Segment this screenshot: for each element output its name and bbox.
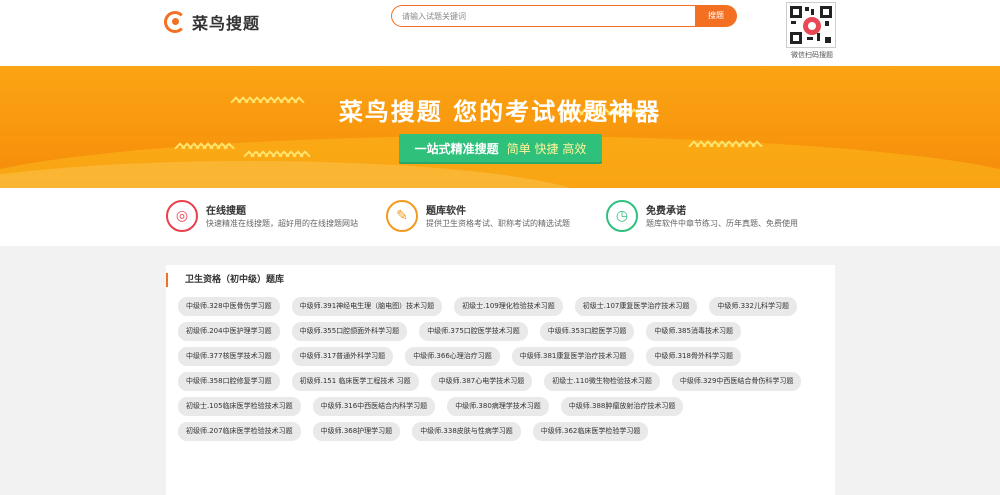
question-bank-tag[interactable]: 初级师.207临床医学检验技术习题 [178, 422, 301, 441]
question-bank-tag[interactable]: 中级师.338皮肤与性病学习题 [412, 422, 521, 441]
question-bank-panel: 卫生资格（初中级）题库 中级师.328中医骨伤学习题 中级师.391神经电生理（脑… [166, 265, 835, 495]
banner-slogan-main: 一站式精准搜题 [414, 141, 499, 156]
feature-desc: 题库软件中章节练习、历年真题、免费使用 [646, 219, 798, 228]
feature-online-search[interactable]: ◎ 在线搜题 快速精准在线搜题，超好用的在线搜题网站 [166, 200, 386, 236]
banner-title: 菜鸟搜题 您的考试做题神器 [338, 98, 662, 126]
question-bank-tag[interactable]: 中级师.318骨外科学习题 [646, 347, 741, 366]
question-bank-tag[interactable]: 中级师.316中西医结合内科学习题 [312, 397, 436, 416]
site-header: 菜鸟搜题 搜题 微信扫码搜题 [0, 0, 1000, 66]
target-icon: ◎ [166, 200, 198, 232]
question-bank-tag[interactable]: 中级师.329中西医结合骨伤科学习题 [671, 372, 802, 391]
qr-center-logo-icon [803, 17, 821, 35]
question-bank-tag[interactable]: 中级师.353口腔医学习题 [539, 322, 635, 341]
question-bank-tag[interactable]: 初级士.107康复医学治疗技术习题 [574, 297, 698, 316]
clock-icon: ◷ [606, 200, 638, 232]
question-bank-tag[interactable]: 中级师.377核医学技术习题 [178, 347, 280, 366]
question-bank-tag[interactable]: 中级师.380病理学技术习题 [447, 397, 549, 416]
site-logo-text: 菜鸟搜题 [192, 14, 261, 33]
question-bank-tag[interactable]: 中级师.388肿瘤放射治疗技术习题 [560, 397, 684, 416]
question-bank-tag[interactable]: 中级师.391神经电生理（脑电图）技术习题 [291, 297, 443, 316]
question-bank-tag[interactable]: 中级师.375口腔医学技术习题 [419, 322, 528, 341]
question-bank-tag[interactable]: 中级师.368护理学习题 [312, 422, 401, 441]
hero-banner: 菜鸟搜题 您的考试做题神器 一站式精准搜题 简单 快捷 高效 [0, 66, 1000, 188]
question-bank-tag[interactable]: 初级士.105临床医学检验技术习题 [178, 397, 301, 416]
feature-free-promise[interactable]: ◷ 免费承诺 题库软件中章节练习、历年真题、免费使用 [606, 200, 826, 236]
question-bank-tag[interactable]: 初级师.151 临床医学工程技术 习题 [291, 372, 419, 391]
question-bank-tag[interactable]: 中级师.362临床医学检验学习题 [532, 422, 649, 441]
document-edit-icon: ✎ [386, 200, 418, 232]
bird-logo-icon [164, 11, 186, 33]
tag-list: 中级师.328中医骨伤学习题 中级师.391神经电生理（脑电图）技术习题 初级士.1… [178, 297, 828, 447]
search-button[interactable]: 搜题 [695, 5, 737, 27]
feature-title: 免费承诺 [646, 206, 686, 217]
zigzag-decoration [688, 140, 763, 152]
feature-question-bank[interactable]: ✎ 题库软件 提供卫生资格考试、职称考试的精选试题 [386, 200, 606, 236]
question-bank-tag[interactable]: 中级师.332儿科学习题 [709, 297, 797, 316]
zigzag-decoration [243, 150, 311, 162]
search-input[interactable] [391, 5, 697, 27]
question-bank-tag[interactable]: 中级师.381康复医学治疗技术习题 [511, 347, 635, 366]
feature-desc: 提供卫生资格考试、职称考试的精选试题 [426, 219, 570, 228]
banner-slogan-highlight: 简单 快捷 高效 [506, 141, 587, 156]
question-bank-tag[interactable]: 中级师.385消毒技术习题 [646, 322, 741, 341]
question-bank-tag[interactable]: 中级师.387心电学技术习题 [430, 372, 533, 391]
question-bank-tag[interactable]: 初级师.204中医护理学习题 [178, 322, 280, 341]
feature-desc: 快速精准在线搜题，超好用的在线搜题网站 [206, 219, 358, 228]
question-bank-tag[interactable]: 初级士.110微生物检验技术习题 [544, 372, 660, 391]
qr-caption: 微信扫码搜题 [791, 51, 833, 59]
site-logo[interactable]: 菜鸟搜题 [164, 8, 260, 36]
question-bank-tag[interactable]: 中级师.358口腔修复学习题 [178, 372, 280, 391]
section-title: 卫生资格（初中级）题库 [166, 273, 284, 287]
feature-title: 在线搜题 [206, 206, 246, 217]
search-bar: 搜题 [391, 5, 737, 27]
zigzag-decoration [174, 142, 235, 154]
feature-strip: ◎ 在线搜题 快速精准在线搜题，超好用的在线搜题网站 ✎ 题库软件 提供卫生资格… [0, 188, 1000, 246]
question-bank-tag[interactable]: 初级士.109理化检验技术习题 [454, 297, 563, 316]
question-bank-tag[interactable]: 中级师.317普通外科学习题 [291, 347, 394, 366]
question-bank-tag[interactable]: 中级师.328中医骨伤学习题 [178, 297, 280, 316]
feature-title: 题库软件 [426, 206, 466, 217]
wechat-qr-code [786, 2, 836, 48]
question-bank-tag[interactable]: 中级师.366心理治疗习题 [405, 347, 500, 366]
banner-slogan: 一站式精准搜题 简单 快捷 高效 [399, 134, 602, 162]
question-bank-tag[interactable]: 中级师.355口腔颌面外科学习题 [291, 322, 408, 341]
